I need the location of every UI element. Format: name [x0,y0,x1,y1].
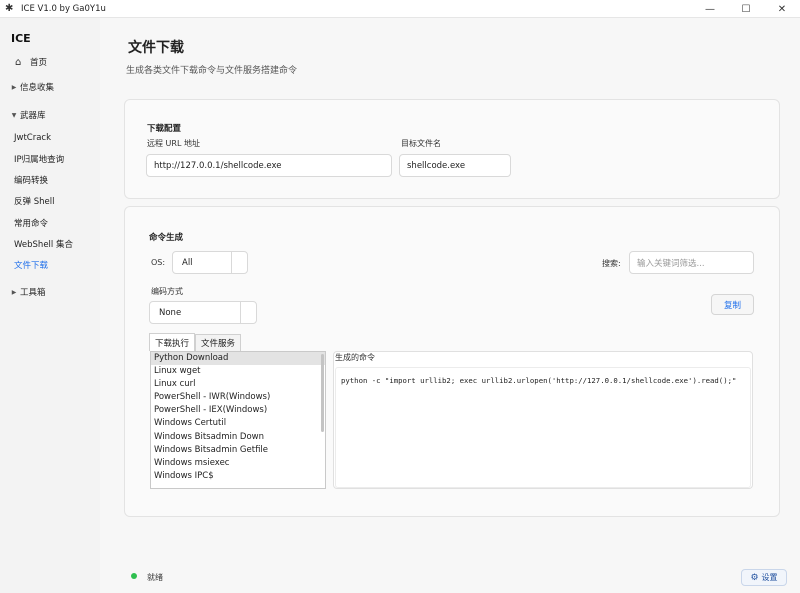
encoding-select[interactable]: None [149,301,257,324]
list-item[interactable]: PowerShell - IWR(Windows) [151,391,325,404]
sidebar-item-label: 文件下载 [14,261,49,271]
sidebar-item-label: 常用命令 [14,219,49,229]
encoding-select-dropdown[interactable] [240,302,256,323]
list-item[interactable]: PowerShell - IEX(Windows) [151,404,325,417]
window-title: ICE V1.0 by Ga0Y1u [21,3,106,14]
sidebar-item-info-gathering[interactable]: ▶ 信息收集 [0,78,100,96]
command-gen-title: 命令生成 [149,233,184,243]
page-title: 文件下载 [128,40,184,56]
sidebar-item-label: 编码转换 [14,176,49,186]
app-logo-icon: ✱ [5,2,14,14]
download-config-title: 下载配置 [147,124,182,134]
search-label: 搜索: [602,259,621,268]
list-item[interactable]: Windows IPC$ [151,470,325,483]
target-filename-input[interactable]: shellcode.exe [399,154,511,177]
list-item[interactable]: Windows Certutil [151,417,325,430]
maximize-icon: ☐ [741,3,751,15]
home-icon: ⌂ [15,56,22,68]
os-select-value: All [182,257,193,268]
output-command: python -c "import urllib2; exec urllib2.… [341,376,737,385]
search-input[interactable]: 输入关键词筛选... [629,251,754,274]
sidebar-item-label: 武器库 [20,111,46,121]
sidebar-brand: ICE [11,32,31,45]
list-item[interactable]: Linux curl [151,378,325,391]
sidebar-item-jwtcrack[interactable]: JwtCrack [0,129,100,147]
main-content: 文件下载 生成各类文件下载命令与文件服务搭建命令 下载配置 远程 URL 地址 … [100,18,800,593]
target-filename-label: 目标文件名 [401,139,441,148]
chevron-right-icon: ▶ [11,288,17,296]
sidebar-item-label: JwtCrack [14,133,52,143]
chevron-down-icon: ▼ [11,111,17,119]
title-bar: ✱ ICE V1.0 by Ga0Y1u — ☐ ✕ [0,0,800,18]
sidebar-item-label: 首页 [30,58,48,68]
url-input[interactable]: http://127.0.0.1/shellcode.exe [146,154,392,177]
settings-button-label: 设置 [761,573,778,582]
list-item[interactable]: Windows Bitsadmin Down [151,431,325,444]
tab-file-service[interactable]: 文件服务 [195,334,242,351]
output-title: 生成的命令 [335,353,375,362]
os-select-dropdown[interactable] [231,252,247,273]
sidebar-item-label: 信息收集 [20,83,55,93]
encoding-label: 编码方式 [151,287,183,296]
sidebar-item-toolbox[interactable]: ▶ 工具箱 [0,283,100,301]
list-item[interactable]: Windows Bitsadmin Getfile [151,444,325,457]
tab-download-exec[interactable]: 下载执行 [149,333,196,351]
os-label: OS: [151,258,166,267]
status-indicator [131,573,137,579]
settings-button[interactable]: ⚙ 设置 [741,569,787,586]
close-icon: ✕ [777,3,787,15]
sidebar-item-home[interactable]: ⌂ 首页 [0,53,100,71]
sidebar-item-arsenal[interactable]: ▼ 武器库 [0,106,100,124]
list-item[interactable]: Windows msiexec [151,457,325,470]
list-item[interactable]: Python Download [151,352,325,366]
sidebar-item-ip-lookup[interactable]: IP归属地查询 [0,150,100,168]
status-text: 就绪 [147,573,163,582]
maximize-button[interactable]: ☐ [728,0,764,18]
chevron-right-icon: ▶ [11,83,17,91]
sidebar-item-common-commands[interactable]: 常用命令 [0,214,100,232]
method-tabs: 下载执行 文件服务 [149,333,242,351]
list-item[interactable]: Linux wget [151,365,325,378]
encoding-select-value: None [159,307,182,318]
sidebar-item-label: 工具箱 [20,288,46,298]
minimize-icon: — [705,3,715,15]
minimize-button[interactable]: — [692,0,728,18]
sidebar-item-label: 反弹 Shell [14,197,55,207]
sidebar: ICE ⌂ 首页 ▶ 信息收集 ▼ 武器库 JwtCrack IP归属地查询 编… [0,18,100,593]
page-subtitle: 生成各类文件下载命令与文件服务搭建命令 [126,66,298,76]
method-list[interactable]: Python Download Linux wget Linux curl Po… [150,351,326,489]
url-label: 远程 URL 地址 [147,139,200,148]
list-scrollbar[interactable] [321,354,324,432]
download-config-card [124,99,780,199]
sidebar-item-reverse-shell[interactable]: 反弹 Shell [0,192,100,210]
sidebar-item-label: WebShell 集合 [14,240,73,250]
sidebar-item-label: IP归属地查询 [14,155,65,165]
sidebar-item-webshell[interactable]: WebShell 集合 [0,235,100,253]
close-button[interactable]: ✕ [764,0,800,18]
os-select[interactable]: All [172,251,248,274]
sidebar-item-file-download[interactable]: 文件下载 [0,256,100,274]
sidebar-item-encoding[interactable]: 编码转换 [0,171,100,189]
copy-button[interactable]: 复制 [711,294,754,315]
output-textarea[interactable] [335,367,751,488]
gear-icon: ⚙ [750,572,759,583]
